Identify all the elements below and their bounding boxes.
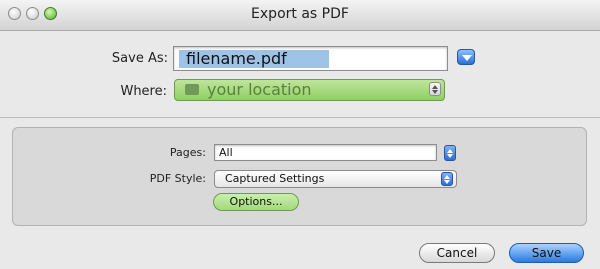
- chevron-down-icon: [462, 55, 472, 61]
- options-button[interactable]: Options...: [213, 193, 299, 211]
- export-pdf-window: Export as PDF Save As: filename.pdf Wher…: [0, 0, 600, 269]
- pages-value: All: [219, 146, 233, 159]
- folder-icon: [185, 84, 199, 95]
- where-value: your location: [207, 80, 312, 99]
- where-label: Where:: [120, 84, 167, 99]
- save-button[interactable]: Save: [509, 243, 584, 263]
- cancel-button[interactable]: Cancel: [419, 243, 495, 263]
- filename-input[interactable]: filename.pdf: [173, 46, 448, 71]
- pdf-style-label: PDF Style:: [149, 172, 206, 185]
- where-popup[interactable]: your location: [174, 79, 445, 101]
- expand-browser-button[interactable]: [457, 49, 475, 65]
- pages-stepper[interactable]: [444, 145, 456, 161]
- separator: [0, 117, 600, 118]
- filename-text: filename.pdf: [186, 49, 287, 68]
- window-title: Export as PDF: [251, 6, 349, 22]
- pages-label: Pages:: [169, 146, 206, 159]
- save-as-label: Save As:: [111, 51, 168, 66]
- pages-input[interactable]: All: [214, 144, 437, 161]
- pdf-style-popup[interactable]: Captured Settings: [214, 170, 457, 188]
- pdf-style-value: Captured Settings: [225, 172, 325, 185]
- popup-arrows-icon: [441, 172, 453, 186]
- title-bar: Export as PDF: [0, 0, 600, 31]
- popup-arrows-icon: [429, 82, 441, 96]
